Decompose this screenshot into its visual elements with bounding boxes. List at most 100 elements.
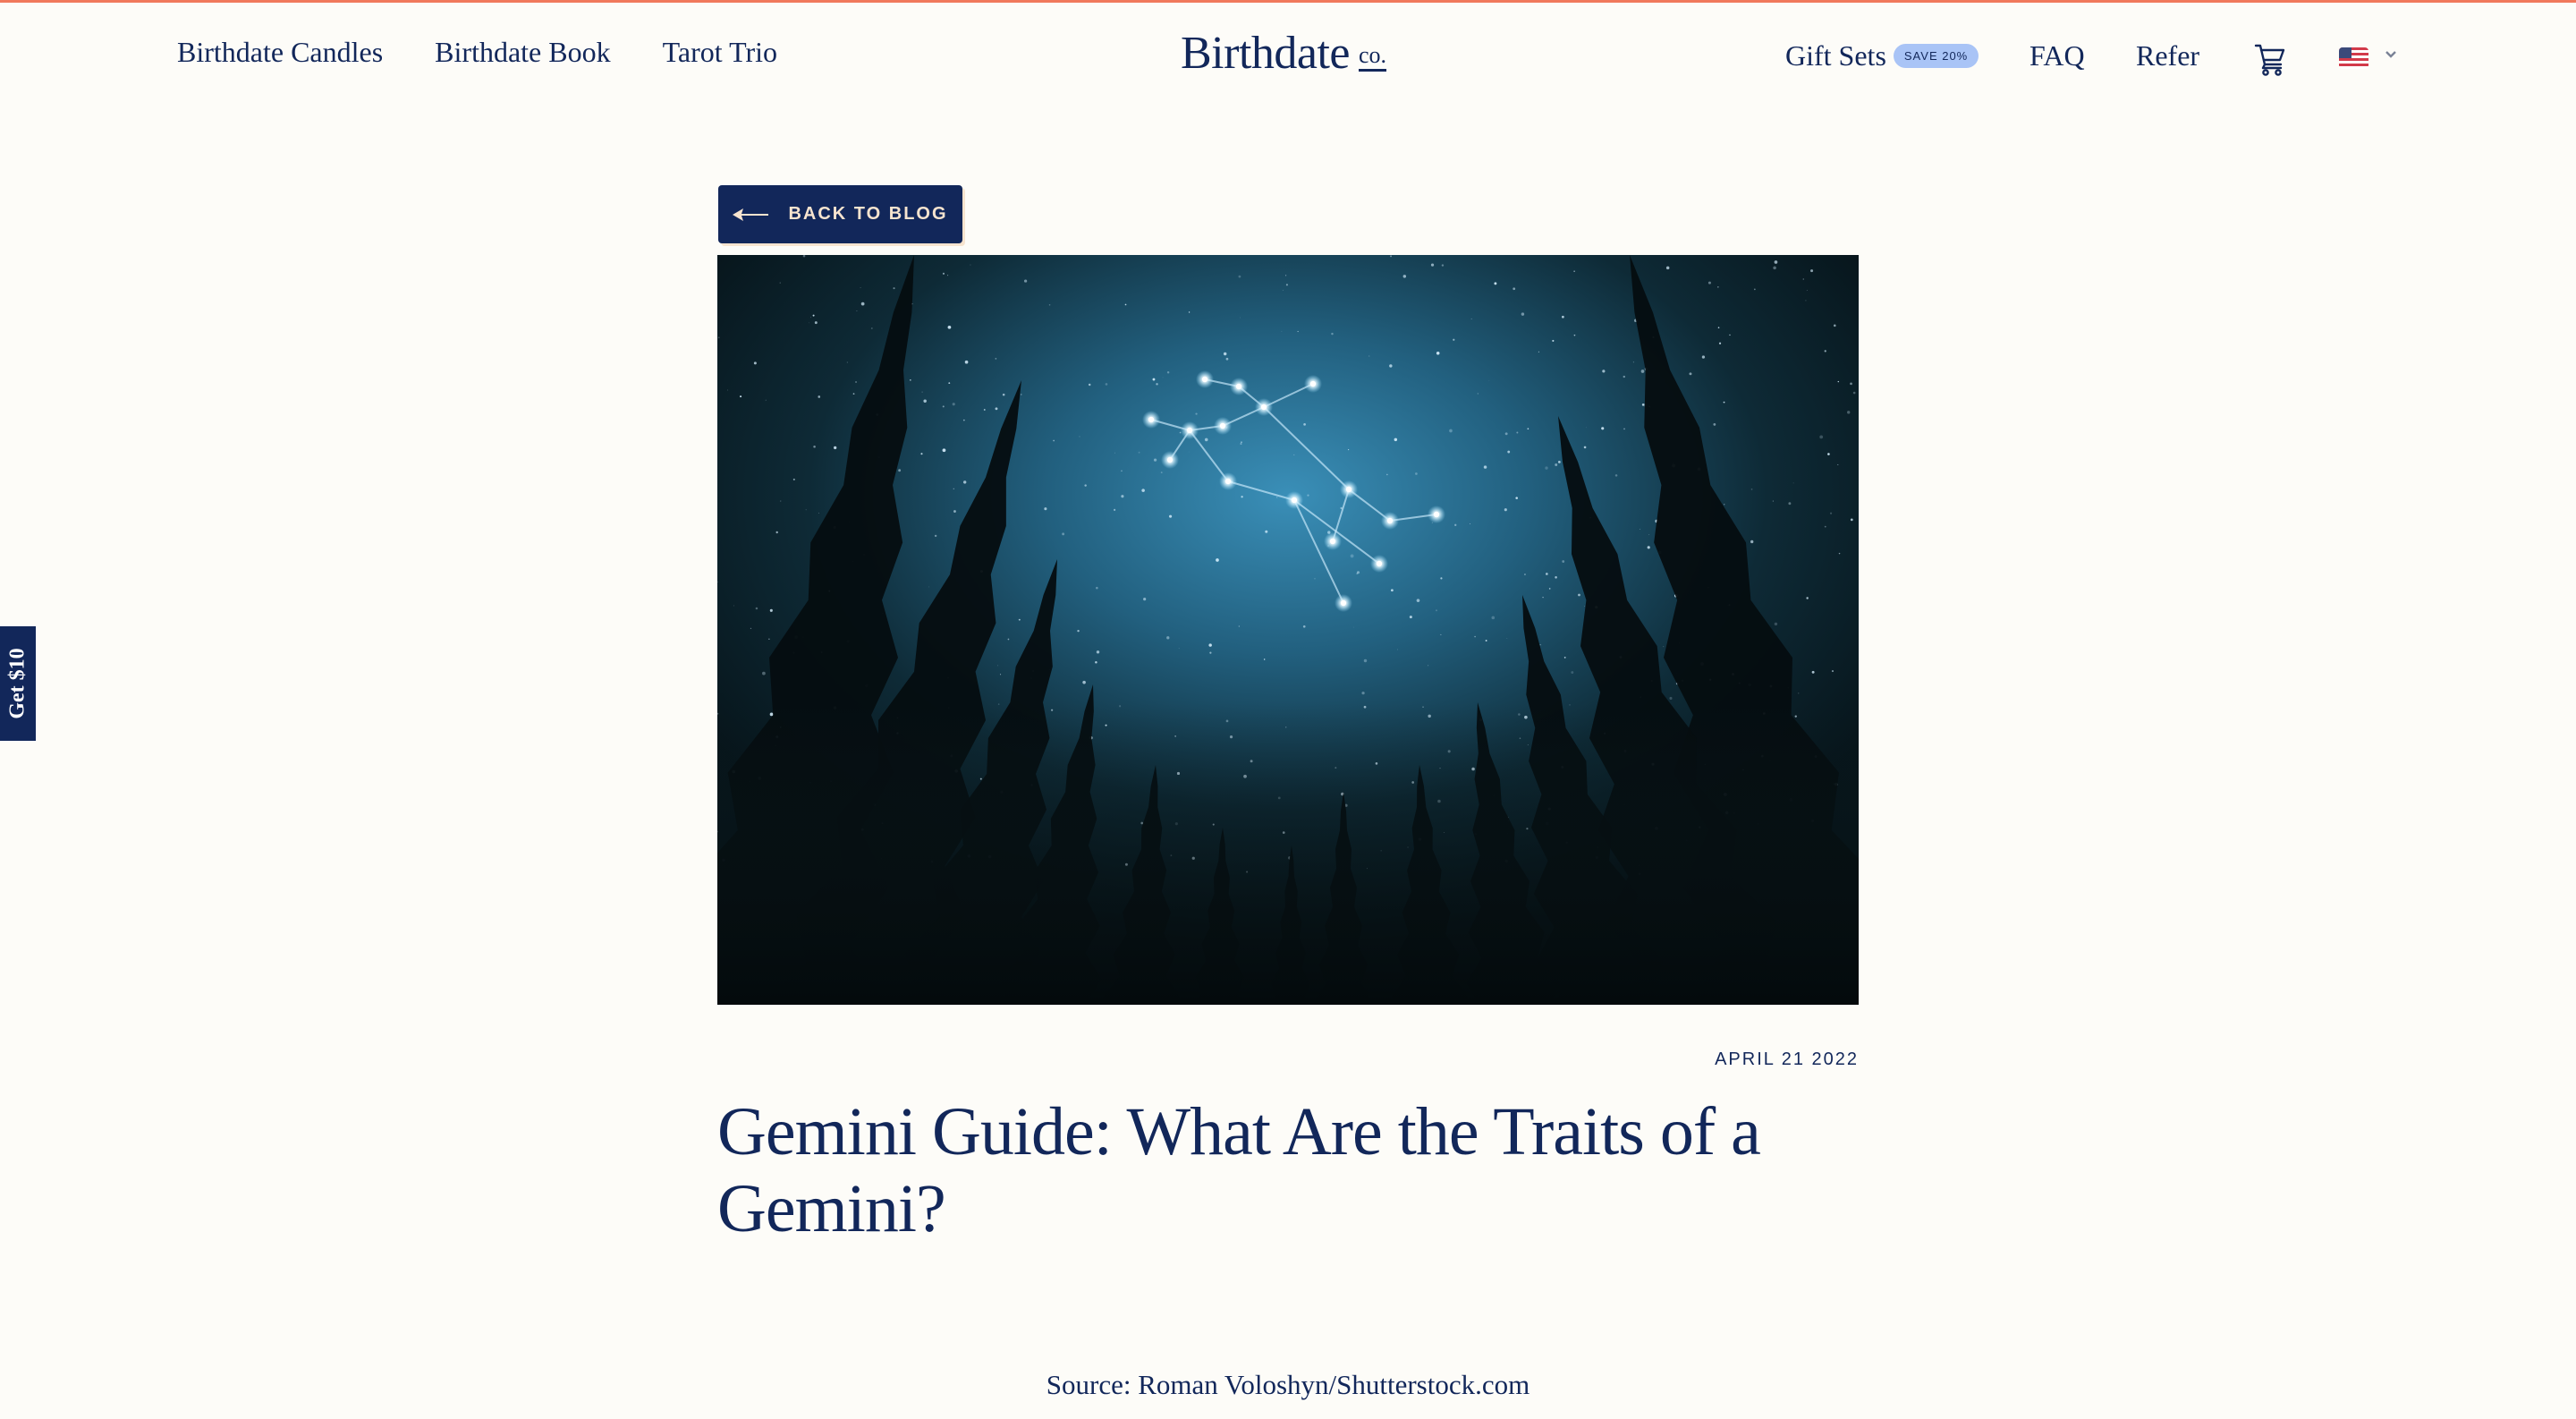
star	[1805, 300, 1807, 302]
star	[1837, 380, 1840, 383]
star	[1105, 383, 1108, 386]
star	[1195, 412, 1198, 415]
star	[1390, 255, 1392, 258]
nav-link-birthdate-candles[interactable]: Birthdate Candles	[177, 36, 383, 69]
star	[740, 395, 742, 398]
star	[1555, 576, 1557, 579]
star	[983, 409, 986, 411]
star	[1538, 351, 1539, 353]
star	[1386, 473, 1388, 476]
nav-link-refer[interactable]: Refer	[2136, 39, 2199, 72]
star	[1077, 629, 1080, 633]
back-to-blog-button[interactable]: BACK TO BLOG	[718, 185, 962, 243]
star	[1552, 339, 1555, 342]
star	[1430, 263, 1435, 267]
star	[1647, 546, 1650, 549]
star	[1516, 431, 1519, 434]
star	[846, 361, 849, 363]
star	[792, 478, 795, 480]
star	[1474, 635, 1476, 638]
star	[1314, 578, 1316, 580]
constellation-star	[1166, 456, 1174, 463]
star	[1792, 482, 1794, 484]
star	[1483, 465, 1487, 469]
nav-link-birthdate-book[interactable]: Birthdate Book	[435, 36, 610, 69]
chevron-down-icon[interactable]	[2385, 48, 2397, 61]
flag-canton	[2339, 47, 2351, 58]
star	[1084, 484, 1087, 487]
star	[1504, 508, 1507, 512]
us-flag-icon[interactable]	[2339, 47, 2368, 69]
star	[1632, 361, 1634, 363]
star	[923, 399, 927, 403]
star	[1542, 597, 1544, 599]
star	[1409, 616, 1412, 619]
star	[1562, 560, 1565, 563]
logo-suffix: co.	[1359, 44, 1387, 72]
star	[1023, 279, 1028, 283]
star	[942, 405, 945, 408]
star	[1850, 382, 1852, 386]
constellation-star	[1260, 404, 1267, 411]
star	[769, 608, 773, 612]
star	[1831, 670, 1835, 673]
nav-link-gift-sets[interactable]: Gift Sets SAVE 20%	[1785, 39, 1979, 72]
get-10-side-tab[interactable]: Get $10	[0, 626, 36, 741]
constellation-star	[1345, 486, 1352, 493]
star	[1477, 393, 1479, 395]
star	[810, 317, 811, 319]
star	[1331, 332, 1334, 336]
star	[768, 638, 770, 640]
star	[970, 264, 971, 266]
star	[1356, 571, 1360, 574]
star	[1810, 269, 1814, 273]
brand-logo[interactable]: Birthdate co.	[1181, 30, 1387, 77]
star	[1209, 651, 1212, 654]
star	[1614, 474, 1618, 477]
star	[1557, 460, 1561, 463]
star	[1753, 288, 1756, 291]
star	[1663, 646, 1665, 648]
star	[1491, 616, 1496, 620]
image-source-credit: Source: Roman Voloshyn/Shutterstock.com	[1046, 1369, 1530, 1400]
star	[920, 453, 923, 455]
star	[1548, 588, 1551, 590]
star	[1353, 626, 1355, 628]
cart-icon[interactable]	[2254, 43, 2286, 77]
star	[860, 302, 865, 306]
star	[1524, 574, 1526, 575]
star	[1436, 351, 1440, 355]
star	[1282, 289, 1284, 291]
star	[921, 391, 923, 393]
top-accent-bar	[0, 0, 2576, 3]
star	[1241, 496, 1243, 498]
star	[1788, 502, 1792, 506]
star	[1717, 286, 1719, 288]
star	[1701, 355, 1706, 359]
star	[765, 399, 767, 401]
star	[1707, 281, 1711, 285]
star	[762, 671, 766, 676]
star	[947, 325, 952, 329]
star	[1837, 463, 1839, 466]
nav-link-faq[interactable]: FAQ	[2029, 39, 2085, 72]
constellation-star	[1235, 383, 1242, 390]
star	[1415, 472, 1418, 475]
star	[1827, 453, 1830, 455]
star	[942, 448, 946, 453]
star	[1449, 429, 1453, 433]
star	[952, 403, 955, 406]
constellation-star	[1340, 599, 1347, 607]
star	[1824, 350, 1826, 353]
star	[1623, 375, 1626, 378]
star	[1160, 472, 1163, 474]
star	[1665, 266, 1670, 270]
constellation-star	[1376, 560, 1383, 567]
star	[1348, 449, 1350, 451]
star	[1095, 661, 1097, 664]
star	[1585, 427, 1587, 429]
star	[1416, 599, 1420, 602]
star	[1583, 446, 1587, 449]
nav-link-tarot-trio[interactable]: Tarot Trio	[663, 36, 777, 69]
star	[934, 534, 937, 538]
